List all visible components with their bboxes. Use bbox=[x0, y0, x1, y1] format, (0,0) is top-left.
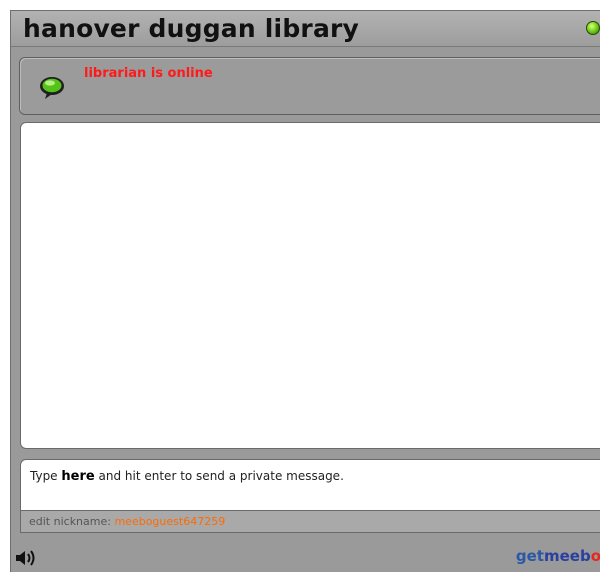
brand-swirl: o bbox=[590, 547, 600, 565]
brand-get: get bbox=[515, 547, 544, 565]
get-meebo-link[interactable]: getmeebo bbox=[516, 547, 600, 565]
message-input[interactable]: Type here and hit enter to send a privat… bbox=[20, 459, 600, 511]
message-hint-suffix: and hit enter to send a private message. bbox=[94, 469, 344, 483]
title-bar: hanover duggan library bbox=[11, 11, 600, 47]
speaker-icon[interactable] bbox=[15, 549, 41, 567]
nickname-label: edit nickname: bbox=[29, 515, 115, 528]
nickname-value[interactable]: meeboguest647259 bbox=[114, 515, 225, 528]
widget-footer: getmeebo bbox=[11, 541, 600, 572]
chat-log[interactable] bbox=[20, 122, 600, 449]
brand-meebo: meeb bbox=[543, 547, 591, 565]
status-panel: librarian is online bbox=[19, 57, 600, 115]
widget-title: hanover duggan library bbox=[23, 14, 360, 43]
message-hint-prefix: Type bbox=[30, 469, 62, 483]
online-status-icon bbox=[586, 21, 600, 35]
chat-bubble-icon bbox=[40, 77, 64, 99]
librarian-status-text: librarian is online bbox=[84, 66, 213, 81]
message-hint-emphasis: here bbox=[61, 469, 95, 484]
meebo-chat-widget: hanover duggan library librarian is onli… bbox=[10, 10, 600, 572]
nickname-bar: edit nickname: meeboguest647259 bbox=[20, 511, 600, 533]
